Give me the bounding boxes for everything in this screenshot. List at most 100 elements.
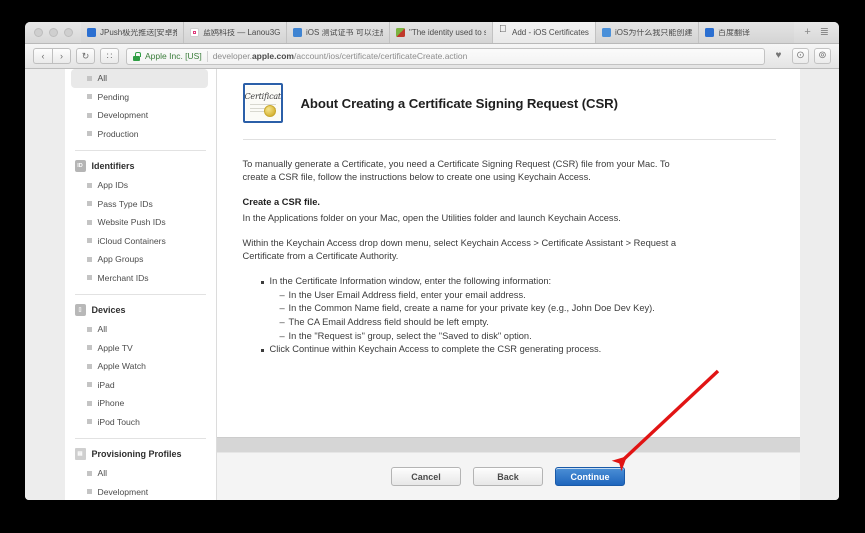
forward-icon[interactable]: › <box>52 48 71 64</box>
bookmark-heart-icon[interactable]: ♥ <box>770 48 787 64</box>
sidebar-item-icloud-containers[interactable]: iCloud Containers <box>65 232 216 251</box>
list-bullet-icon <box>86 470 92 476</box>
sidebar-item-certificates-all[interactable]: All <box>70 69 208 88</box>
sidebar-item-label: Production <box>97 128 139 139</box>
url-host-domain: apple.com <box>251 51 294 61</box>
sidebar-item-profiles-all[interactable]: All <box>65 464 216 483</box>
sidebar-section-devices[interactable]: ▯ Devices <box>65 300 216 320</box>
list-bullet-icon <box>86 182 92 188</box>
identifiers-icon: ID <box>74 160 86 172</box>
reload-icon[interactable]: ↻ <box>76 48 95 64</box>
sidebar-item-label: All <box>97 73 108 84</box>
apple-favicon-icon <box>499 25 508 37</box>
list-item: In the Certificate Information window, e… <box>260 275 688 343</box>
account-sidebar: All Pending Development Production ID Id… <box>64 69 217 500</box>
site-identity-label: Apple Inc. [US] <box>145 51 202 61</box>
close-window-button[interactable] <box>34 28 43 37</box>
browser-tab[interactable]: 蓝鸥科技 — Lanou3G.Com <box>184 22 287 43</box>
browser-toolbar: ‹ › ↻ ∷ Apple Inc. [US] developer.apple.… <box>25 44 839 69</box>
tab-label: iOS 测试证书 可以注册几 <box>306 28 383 37</box>
sidebar-divider <box>74 150 206 151</box>
tab-bar-controls: + ≣ <box>794 22 839 43</box>
sidebar-item-website-push-ids[interactable]: Website Push IDs <box>65 213 216 232</box>
sidebar-item-development[interactable]: Development <box>65 106 216 125</box>
sidebar-item-iphone[interactable]: iPhone <box>65 394 216 413</box>
sidebar-item-apple-watch[interactable]: Apple Watch <box>65 357 216 376</box>
list-bullet-icon <box>86 345 92 351</box>
sidebar-item-label: Website Push IDs <box>97 217 166 228</box>
list-bullet-icon <box>86 75 92 81</box>
step-text: In the Certificate Information window, e… <box>269 276 552 287</box>
intro-paragraph: To manually generate a Certificate, you … <box>242 159 670 183</box>
new-tab-icon[interactable]: + <box>804 27 810 38</box>
maximize-window-button[interactable] <box>64 28 73 37</box>
sidebar-section-identifiers[interactable]: ID Identifiers <box>65 156 216 176</box>
sidebar-item-pending[interactable]: Pending <box>65 88 216 107</box>
ios-cert-favicon-icon <box>293 28 302 37</box>
browser-tab[interactable]: JPush极光推送[安卓推送|i <box>81 22 184 43</box>
back-icon[interactable]: ‹ <box>33 48 52 64</box>
sidebar-item-pass-type-ids[interactable]: Pass Type IDs <box>65 195 216 214</box>
back-button[interactable]: Back <box>473 467 543 486</box>
sidebar-item-label: Merchant IDs <box>97 272 149 283</box>
list-bullet-icon <box>86 326 92 332</box>
list-bullet-icon <box>86 201 92 207</box>
page-container: All Pending Development Production ID Id… <box>64 69 800 500</box>
share-icon[interactable]: ⊙ <box>792 48 809 64</box>
list-bullet-icon <box>86 131 92 137</box>
browser-tab[interactable]: iOS 测试证书 可以注册几 <box>287 22 390 43</box>
sidebar-toggle-icon[interactable]: ∷ <box>100 48 119 64</box>
footer-action-bar: Cancel Back Continue <box>216 452 800 500</box>
list-bullet-icon <box>86 256 92 262</box>
list-item: In the User Email Address field, enter y… <box>280 289 688 303</box>
sidebar-item-apple-tv[interactable]: Apple TV <box>65 339 216 358</box>
list-item: Click Continue within Keychain Access to… <box>260 343 688 357</box>
browser-tab[interactable]: "The identity used to sign <box>390 22 493 43</box>
tab-label: JPush极光推送[安卓推送|i <box>100 28 177 37</box>
identifiers-sublist: App IDs Pass Type IDs Website Push IDs i… <box>65 176 216 287</box>
sidebar-item-ipad[interactable]: iPad <box>65 376 216 395</box>
browser-tab-bar: JPush极光推送[安卓推送|i 蓝鸥科技 — Lanou3G.Com iOS … <box>25 22 839 44</box>
cancel-button[interactable]: Cancel <box>391 467 461 486</box>
address-bar[interactable]: Apple Inc. [US] developer.apple.com/acco… <box>126 47 765 65</box>
footer-separator-band <box>216 437 800 452</box>
browser-tab-active[interactable]: Add - iOS Certificates - Ap <box>493 22 596 43</box>
sidebar-item-ipod-touch[interactable]: iPod Touch <box>65 413 216 432</box>
sidebar-item-devices-all[interactable]: All <box>65 320 216 339</box>
list-bullet-icon <box>86 400 92 406</box>
sidebar-item-label: iPad <box>97 379 115 390</box>
browser-window: JPush极光推送[安卓推送|i 蓝鸥科技 — Lanou3G.Com iOS … <box>25 22 839 500</box>
page-viewport: All Pending Development Production ID Id… <box>25 69 839 500</box>
sidebar-section-label: Provisioning Profiles <box>91 449 182 459</box>
sidebar-item-app-ids[interactable]: App IDs <box>65 176 216 195</box>
url-host-prefix: developer. <box>212 51 252 61</box>
url-text: developer.apple.com/account/ios/certific… <box>213 51 468 61</box>
sidebar-item-label: Apple TV <box>97 342 133 353</box>
list-bullet-icon <box>86 419 92 425</box>
browser-tab[interactable]: iOS为什么我只能创建一个 <box>596 22 699 43</box>
tab-label: iOS为什么我只能创建一个 <box>615 28 692 37</box>
sidebar-item-app-groups[interactable]: App Groups <box>65 250 216 269</box>
sidebar-section-provisioning-profiles[interactable]: ▤ Provisioning Profiles <box>65 444 216 464</box>
list-item: In the Common Name field, create a name … <box>280 302 688 316</box>
devices-sublist: All Apple TV Apple Watch iPad iPhone iPo… <box>65 320 216 431</box>
account-icon[interactable]: ⊚ <box>814 48 831 64</box>
list-bullet-icon <box>86 275 92 281</box>
content-header: Certificate About Creating a Certificate… <box>242 83 776 139</box>
provisioning-profile-icon: ▤ <box>74 448 86 460</box>
browser-tab[interactable]: 百度翻译 <box>699 22 795 43</box>
sidebar-section-label: Devices <box>91 305 126 315</box>
sidebar-item-production[interactable]: Production <box>65 125 216 144</box>
provisioning-sublist: All Development Distribution <box>65 464 216 500</box>
steps-list: In the Certificate Information window, e… <box>243 275 688 357</box>
sidebar-item-profiles-development[interactable]: Development <box>65 483 216 501</box>
tab-overview-icon[interactable]: ≣ <box>820 27 829 38</box>
navigation-buttons: ‹ › <box>33 48 71 64</box>
continue-button[interactable]: Continue <box>555 467 625 486</box>
certificate-icon-label: Certificate <box>244 92 283 101</box>
sidebar-item-merchant-ids[interactable]: Merchant IDs <box>65 269 216 288</box>
page-title: About Creating a Certificate Signing Req… <box>300 95 618 111</box>
minimize-window-button[interactable] <box>49 28 58 37</box>
certificates-sublist: All Pending Development Production <box>65 69 216 143</box>
sidebar-item-label: iCloud Containers <box>97 235 166 246</box>
